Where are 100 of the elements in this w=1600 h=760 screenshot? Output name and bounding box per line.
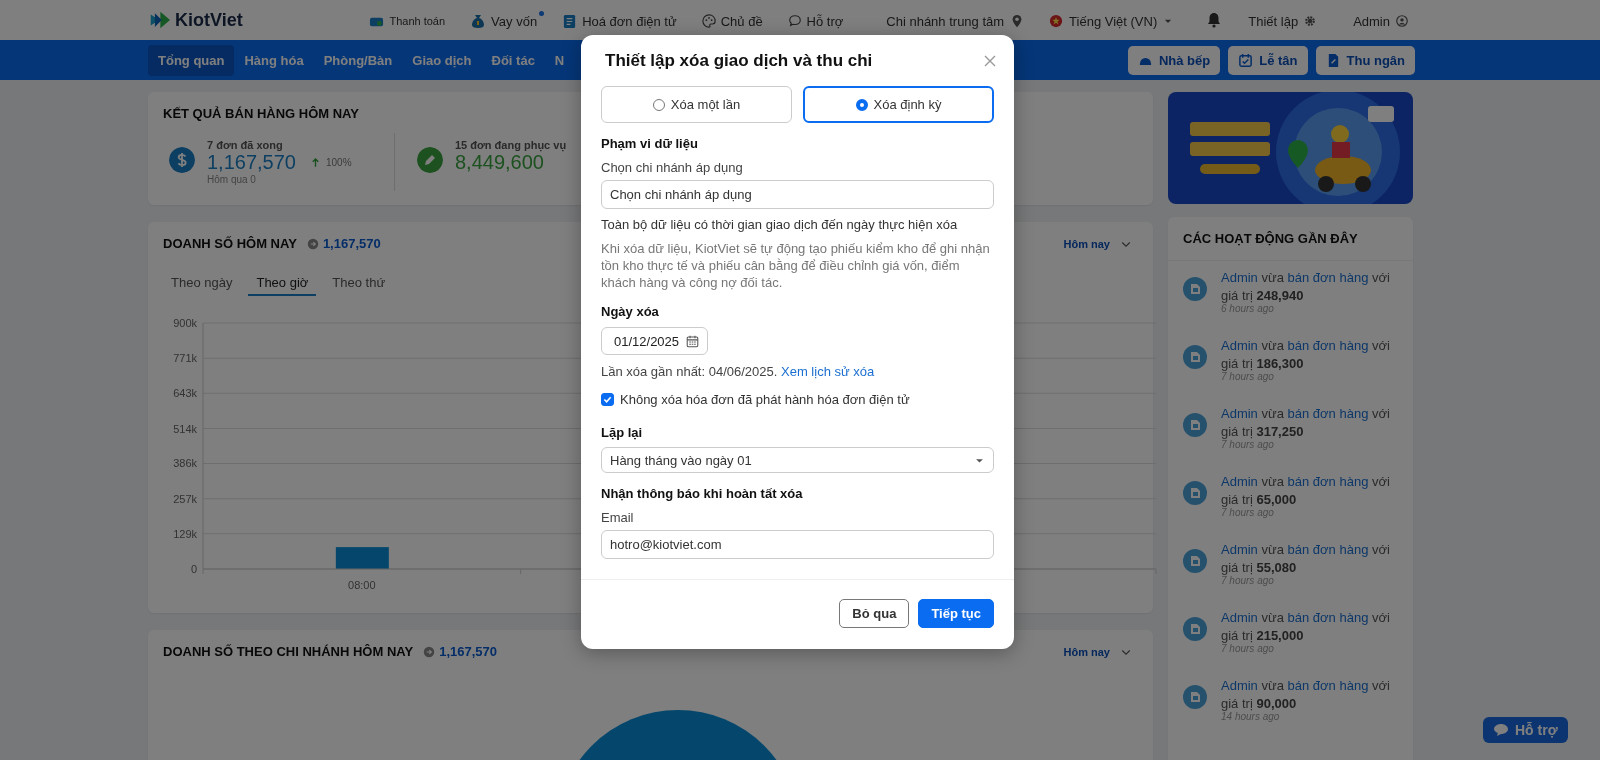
logo-icon	[148, 9, 170, 31]
activity-text: Admin vừa bán đơn hàng với giá trị 317,250	[1221, 405, 1390, 440]
period-dropdown[interactable]: Hôm nay	[1063, 237, 1132, 250]
stat-caption: 15 đơn đang phục vụ	[455, 139, 567, 151]
document-icon	[1183, 413, 1207, 437]
user-link[interactable]: Admin	[1221, 610, 1258, 625]
branch-select-field[interactable]: Chọn chi nhánh áp dụng	[601, 180, 994, 209]
continue-button[interactable]: Tiếp tục	[918, 599, 994, 628]
arrow-up-icon	[310, 157, 321, 168]
chat-icon	[1493, 722, 1509, 738]
user-link[interactable]: Admin	[1221, 678, 1258, 693]
chart-tab[interactable]: Theo giờ	[248, 271, 317, 296]
header-link[interactable]: Hỗ trợ	[787, 11, 851, 29]
axis-label: 129k	[173, 527, 197, 540]
card-title: DOANH SỐ HÔM NAY	[163, 236, 297, 251]
nav-action-button[interactable]: Lễ tân	[1228, 45, 1308, 75]
info-text: Khi xóa dữ liệu, KiotViet sẽ tự động tạo phiếu kiểm kho để ghi nhận tồn kho thực tế và phiếu cân bằng để điều chỉnh giá vốn, điểm khách hàng và công nợ đối tác.	[601, 240, 991, 291]
axis-label: 0	[190, 563, 197, 575]
stat-value: 8,449,600	[455, 151, 544, 174]
activity-text: Admin vừa bán đơn hàng với giá trị 65,000	[1221, 473, 1390, 508]
stat-value: 1,167,570	[207, 151, 296, 174]
total-amount: 1,167,570	[439, 644, 497, 659]
nav-tab[interactable]: Giao dịch	[402, 44, 482, 76]
chart-tab[interactable]: Theo ngày	[163, 271, 241, 296]
email-field[interactable]: hotro@kiotviet.com	[601, 530, 994, 559]
help-button[interactable]: Hỗ trợ	[1483, 717, 1568, 743]
date-field[interactable]: 01/12/2025	[601, 327, 708, 355]
order-link[interactable]: bán đơn hàng	[1287, 678, 1369, 693]
order-link[interactable]: bán đơn hàng	[1287, 270, 1369, 285]
order-link[interactable]: bán đơn hàng	[1287, 610, 1369, 625]
section-heading: Lặp lại	[601, 425, 644, 440]
account-menu[interactable]: Admin	[1353, 11, 1415, 29]
header-link[interactable]: Hoá đơn điện tử	[562, 11, 684, 29]
axis-label: 643k	[173, 387, 197, 400]
logo-text: KiotViet	[175, 9, 243, 31]
order-link[interactable]: bán đơn hàng	[1287, 338, 1369, 353]
order-link[interactable]: bán đơn hàng	[1287, 474, 1369, 489]
axis-label: 771k	[173, 352, 197, 365]
card-title: CÁC HOẠT ĐỘNG GẦN ĐÂY	[1183, 231, 1358, 246]
last-deletion-text: Lần xóa gần nhất: 04/06/2025. Xem lịch sử xóa	[601, 364, 876, 379]
chart-bar	[335, 547, 389, 569]
field-label: Email	[601, 510, 635, 525]
header-link[interactable]: Chủ đề	[701, 11, 770, 29]
field-label: Chọn chi nhánh áp dụng	[601, 160, 744, 175]
flag-icon	[1049, 14, 1064, 28]
user-icon	[1396, 15, 1408, 27]
receipt-icon	[562, 13, 578, 29]
activity-text: Admin vừa bán đơn hàng với giá trị 90,000	[1221, 677, 1390, 712]
close-button[interactable]	[982, 53, 998, 69]
axis-label: 514k	[173, 422, 197, 435]
card-title: KẾT QUẢ BÁN HÀNG HÔM NAY	[163, 106, 359, 121]
document-icon	[1183, 277, 1207, 301]
radio-option[interactable]: Xóa một lần	[601, 86, 792, 123]
checkbox-label: Không xóa hóa đơn đã phát hành hóa đơn điện tử	[620, 392, 910, 407]
checkbox[interactable]	[601, 393, 614, 406]
scope-note: Toàn bộ dữ liệu có thời gian giao dịch đến ngày thực hiện xóa	[601, 217, 959, 232]
nav-tab[interactable]: Tổng quan	[148, 44, 235, 76]
nav-tab[interactable]: Hàng hóa	[234, 44, 314, 76]
activity-text: Admin vừa bán đơn hàng với giá trị 186,300	[1221, 337, 1390, 372]
bell-icon[interactable]	[1206, 12, 1223, 28]
arrow-circle-icon	[306, 237, 319, 250]
document-icon	[1183, 549, 1207, 573]
stat-caption: 7 đơn đã xong	[207, 139, 284, 151]
palette-icon	[701, 14, 716, 28]
order-link[interactable]: bán đơn hàng	[1287, 406, 1369, 421]
calendar-icon	[1238, 52, 1254, 68]
settings-menu[interactable]: Thiết lập	[1248, 11, 1324, 29]
activity-text: Admin vừa bán đơn hàng với giá trị 248,940	[1221, 269, 1390, 304]
nav-action-button[interactable]: Thu ngân	[1315, 45, 1415, 75]
period-dropdown[interactable]: Hôm nay	[1063, 645, 1132, 658]
nav-tab[interactable]: Phòng/Bàn	[313, 44, 403, 76]
header-link[interactable]: Thanh toán	[369, 11, 453, 29]
axis-label: 386k	[173, 457, 197, 470]
user-link[interactable]: Admin	[1221, 406, 1258, 421]
activity-text: Admin vừa bán đơn hàng với giá trị 55,080	[1221, 541, 1390, 576]
language-selector[interactable]: Tiếng Việt (VN)	[1049, 11, 1181, 29]
nav-tab[interactable]: N	[544, 44, 575, 76]
header-link[interactable]: Vay vốn	[470, 11, 545, 29]
section-heading: Phạm vi dữ liệu	[601, 136, 699, 151]
activity-text: Admin vừa bán đơn hàng với giá trị 215,000	[1221, 609, 1390, 644]
order-link[interactable]: bán đơn hàng	[1287, 542, 1369, 557]
cancel-button[interactable]: Bỏ qua	[839, 599, 910, 628]
calendar-icon	[686, 334, 699, 348]
nav-tab[interactable]: Đối tác	[481, 44, 545, 76]
arrow-circle-icon	[423, 645, 436, 658]
user-link[interactable]: Admin	[1221, 270, 1258, 285]
user-link[interactable]: Admin	[1221, 338, 1258, 353]
document-icon	[1183, 685, 1207, 709]
user-link[interactable]: Admin	[1221, 474, 1258, 489]
document-icon	[1183, 617, 1207, 641]
repeat-dropdown[interactable]: Hàng tháng vào ngày 01	[601, 447, 994, 473]
nav-action-button[interactable]: Nhà bếp	[1127, 45, 1221, 75]
radio-option[interactable]: Xóa định kỳ	[803, 86, 994, 123]
chart-tab[interactable]: Theo thứ	[324, 271, 394, 296]
money-bag-icon	[470, 13, 487, 29]
branch-selector[interactable]: Chi nhánh trung tâm	[886, 11, 1032, 29]
user-link[interactable]: Admin	[1221, 542, 1258, 557]
pencil-icon	[417, 147, 443, 173]
card-title: DOANH SỐ THEO CHI NHÁNH HÔM NAY	[163, 644, 414, 659]
history-link[interactable]: Xem lịch sử xóa	[781, 364, 875, 379]
